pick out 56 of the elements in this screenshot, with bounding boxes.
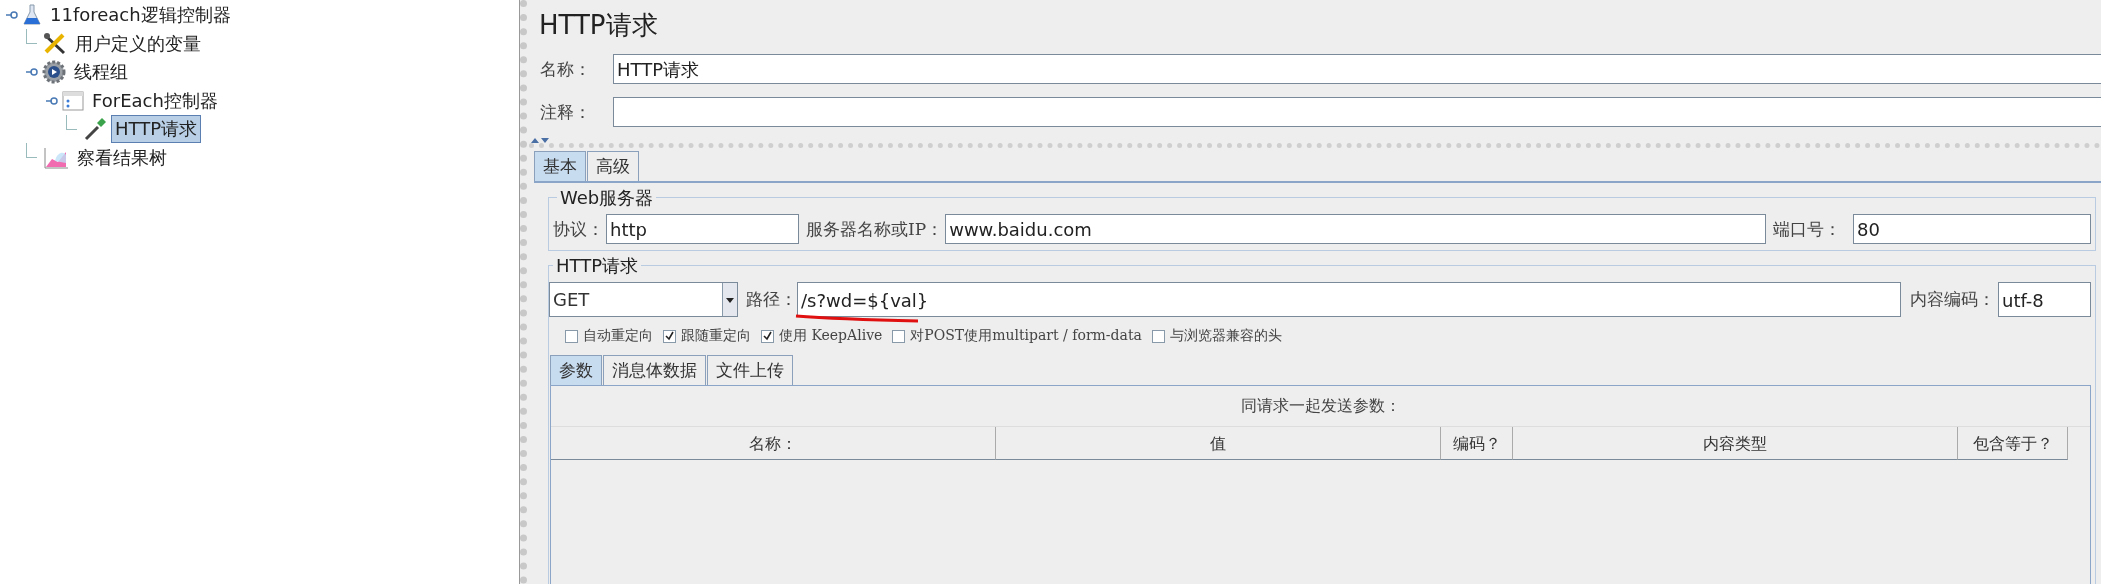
column-header[interactable]: 编码？ — [1441, 427, 1513, 460]
expand-handle-icon[interactable] — [6, 9, 18, 22]
field-label: 端口号： — [1773, 217, 1841, 241]
checkbox-label: 跟随重定向 — [681, 327, 751, 345]
checkbox[interactable] — [1151, 329, 1165, 343]
checkbox-label: 自动重定向 — [583, 327, 653, 345]
tree-item[interactable]: HTTP请求 — [111, 115, 202, 144]
path-field[interactable]: /s?wd=${val} — [797, 282, 1901, 317]
flask-icon — [22, 4, 42, 27]
checkbox-label: 使用 KeepAlive — [779, 327, 883, 345]
port-field[interactable]: 80 — [1853, 214, 2091, 244]
checkbox-label: 与浏览器兼容的头 — [1169, 327, 1282, 345]
window-icon — [62, 90, 84, 111]
checkbox[interactable] — [565, 329, 578, 343]
tree-item[interactable]: ForEach控制器 — [88, 86, 222, 115]
field-label: 名称： — [540, 57, 591, 81]
tab[interactable]: 文件上传 — [707, 355, 793, 385]
field-label: 路径： — [746, 288, 797, 311]
encoding-field[interactable]: utf-8 — [1998, 282, 2091, 317]
tools-icon — [43, 32, 67, 55]
checkbox[interactable] — [892, 329, 906, 343]
name-field[interactable]: HTTP请求 — [613, 54, 2101, 84]
pipette-icon — [83, 117, 107, 142]
tree-item[interactable]: 用户定义的变量 — [71, 29, 205, 58]
expand-handle-icon[interactable] — [26, 66, 38, 79]
checkbox[interactable] — [761, 329, 774, 343]
column-header[interactable]: 包含等于？ — [1958, 427, 2068, 460]
chart-icon — [43, 146, 69, 169]
caret-icon — [722, 283, 737, 316]
panel-title: HTTP请求 — [538, 9, 658, 40]
field-label: 注释： — [540, 100, 591, 124]
expand-handle-icon[interactable] — [46, 94, 58, 107]
splitter-arrows-icon[interactable] — [531, 137, 549, 143]
checkbox[interactable] — [663, 329, 676, 343]
tree-item[interactable]: 线程组 — [70, 58, 132, 87]
column-header[interactable]: 名称： — [551, 427, 996, 460]
server-field[interactable]: www.baidu.com — [945, 214, 1766, 244]
checkbox-label: 对POST使用multipart / form-data — [910, 327, 1142, 345]
tab[interactable]: 消息体数据 — [603, 355, 706, 385]
group-title: Web服务器 — [557, 187, 657, 208]
tab[interactable]: 基本 — [534, 151, 586, 181]
gear-icon — [42, 60, 66, 85]
column-header[interactable]: 值 — [996, 427, 1441, 460]
tree-item[interactable]: 察看结果树 — [73, 143, 171, 172]
field-label: 内容编码： — [1910, 288, 1995, 311]
tab[interactable]: 参数 — [550, 355, 602, 385]
table-caption: 同请求一起发送参数： — [1239, 395, 1402, 417]
field-label: 协议： — [553, 217, 604, 241]
tab[interactable]: 高级 — [587, 151, 639, 181]
method-dropdown[interactable]: GET — [549, 282, 738, 317]
column-header[interactable]: 内容类型 — [1513, 427, 1958, 460]
protocol-field[interactable]: http — [606, 214, 799, 244]
group-title: HTTP请求 — [553, 255, 642, 276]
tree-item[interactable]: 11foreach逻辑控制器 — [46, 1, 235, 30]
comment-field[interactable] — [613, 97, 2101, 127]
field-label: 服务器名称或IP： — [806, 217, 944, 241]
